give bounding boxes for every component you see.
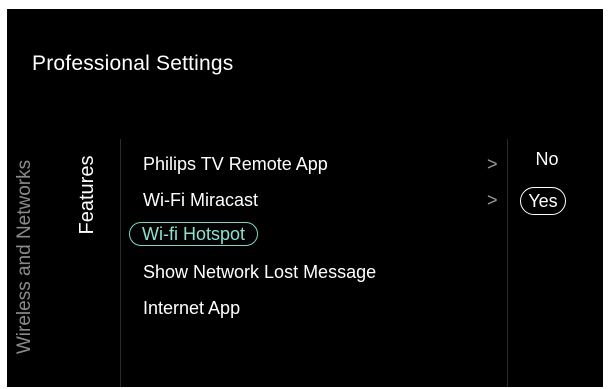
page-title: Professional Settings [32, 52, 234, 75]
menu-item-show-network-lost-message[interactable]: Show Network Lost Message [129, 257, 499, 287]
settings-screen: Professional Settings Wireless and Netwo… [7, 9, 603, 387]
menu-item-internet-app[interactable]: Internet App [129, 293, 499, 323]
menu-item-wi-fi-miracast[interactable]: Wi-Fi Miracast > [129, 185, 499, 215]
nav-category-wireless-and-networks[interactable]: Wireless and Networks [12, 157, 38, 357]
column-divider [507, 139, 508, 387]
column-divider [120, 139, 121, 387]
menu-item-label: Philips TV Remote App [143, 154, 328, 174]
menu-item-label: Wi-Fi Miracast [143, 190, 258, 210]
menu-item-wi-fi-hotspot[interactable]: Wi-fi Hotspot [129, 219, 499, 249]
chevron-right-icon: > [487, 154, 498, 174]
menu-item-label: Show Network Lost Message [143, 262, 377, 282]
menu-item-label: Wi-fi Hotspot [129, 222, 259, 246]
option-yes[interactable]: Yes [520, 187, 566, 215]
nav-section-features[interactable]: Features [74, 140, 100, 250]
menu-item-philips-tv-remote-app[interactable]: Philips TV Remote App > [129, 149, 499, 179]
menu-item-label: Internet App [143, 298, 241, 318]
option-no[interactable]: No [517, 145, 577, 173]
chevron-right-icon: > [487, 190, 498, 210]
